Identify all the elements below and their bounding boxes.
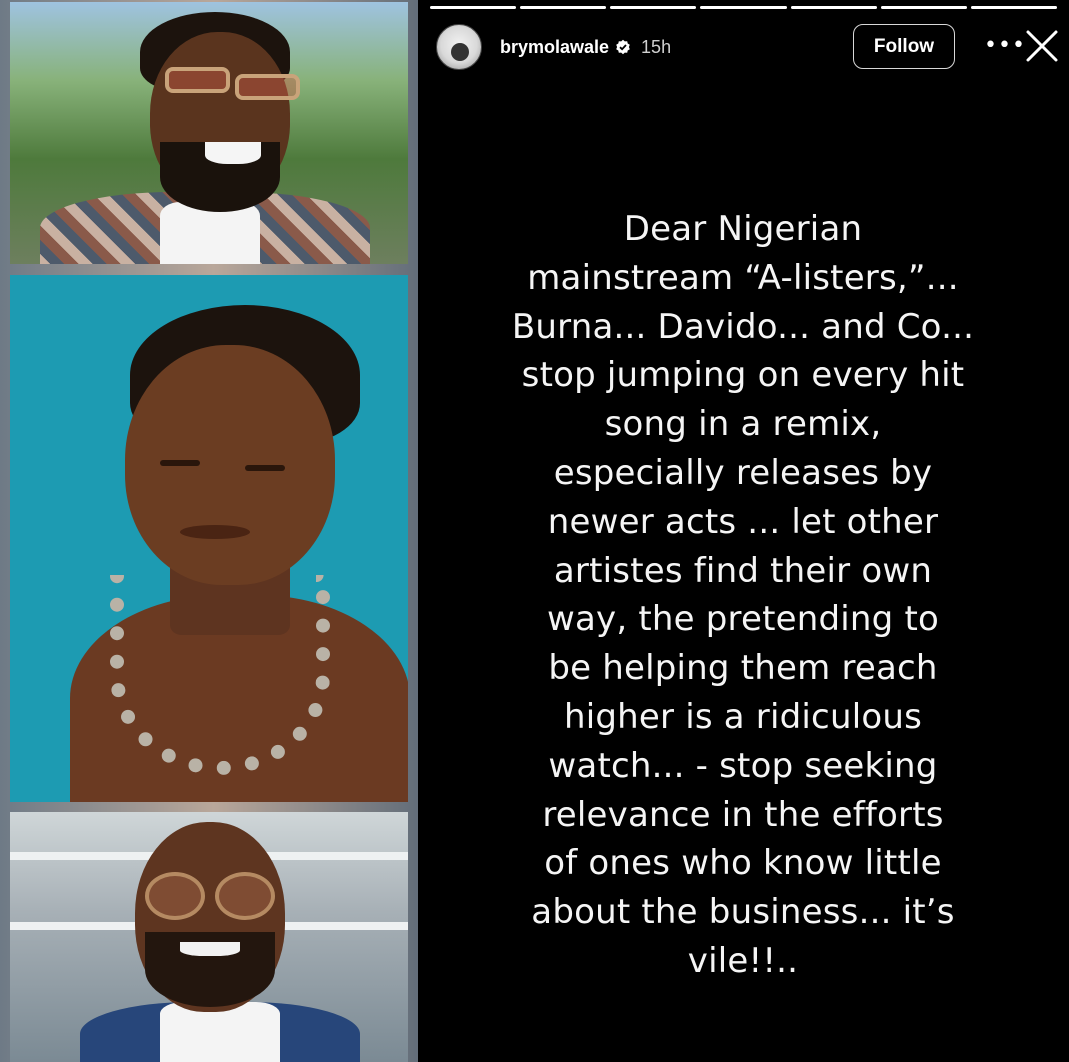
mouth (180, 525, 250, 539)
story-viewer[interactable]: brymolawale 15h Follow ••• Dear Nigerian… (418, 0, 1069, 1062)
bead-necklace (110, 575, 330, 775)
progress-segment (520, 6, 607, 9)
collage-stage: brymolawale 15h Follow ••• Dear Nigerian… (0, 0, 1069, 1062)
progress-segment (970, 6, 1057, 9)
verified-badge-icon (615, 39, 631, 55)
sunglasses-left (165, 67, 230, 93)
photo-man-sunglasses (10, 2, 408, 264)
closed-eye-left (160, 460, 200, 466)
progress-segment (790, 6, 877, 9)
more-horizontal-icon[interactable]: ••• (984, 32, 1025, 60)
photo-man-round-glasses (10, 812, 408, 1062)
post-time: 15h (641, 36, 672, 57)
story-header: brymolawale 15h Follow ••• (436, 24, 1061, 70)
close-icon[interactable] (1024, 28, 1060, 64)
progress-segment (430, 6, 517, 9)
progress-segment (700, 6, 787, 9)
progress-segment (610, 6, 697, 9)
follow-button[interactable]: Follow (853, 24, 955, 69)
avatar[interactable] (436, 24, 482, 70)
round-glasses-right (215, 872, 275, 920)
sunglasses-right (235, 74, 300, 100)
username[interactable]: brymolawale (500, 37, 609, 58)
face (125, 345, 335, 585)
round-glasses-left (145, 872, 205, 920)
photo-man-necklace (10, 275, 408, 802)
story-text: Dear Nigerian mainstream “A-listers,”...… (511, 209, 975, 981)
smile (180, 942, 240, 956)
progress-segment (880, 6, 967, 9)
closed-eye-right (245, 465, 285, 471)
smile (205, 142, 261, 164)
story-progress-bar (430, 6, 1057, 9)
